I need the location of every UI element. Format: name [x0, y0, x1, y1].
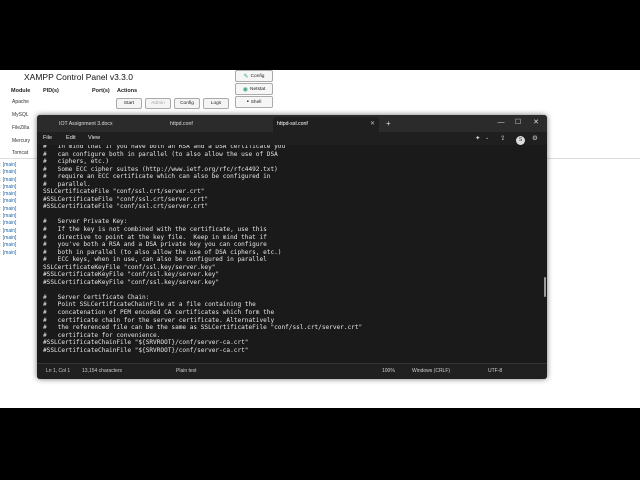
vertical-scrollbar[interactable] [541, 145, 547, 363]
log-line: : [main] [0, 169, 30, 176]
share-icon[interactable]: ⇪ [500, 133, 505, 144]
new-tab-button[interactable]: + [386, 117, 391, 130]
tab-httpd-ssl-conf[interactable]: httpd-ssl.conf ✕ [273, 117, 379, 132]
log-line: : [main] [0, 220, 30, 227]
tab-label: httpd-ssl.conf [277, 121, 308, 127]
log-line: : [main] [0, 177, 30, 184]
log-line: : [main] [0, 198, 30, 205]
log-tag: [main] [1, 227, 17, 234]
header-pids: PID(s) [43, 88, 59, 94]
log-tag: [main] [1, 213, 17, 220]
settings-gear-icon[interactable]: ⚙ [532, 133, 538, 144]
log-line: : [main] [0, 228, 30, 235]
tab-bar: IOT Assignment 3.docx httpd.conf httpd-s… [37, 115, 547, 132]
log-tag: [main] [1, 176, 17, 183]
module-filezilla: FileZilla [12, 125, 30, 131]
menu-bar: File Edit View ✦ ⌄ ⇪ ⚙ [37, 132, 547, 145]
tab-iot-assignment[interactable]: IOT Assignment 3.docx [37, 117, 162, 132]
log-tag: [main] [1, 249, 17, 256]
maximize-icon[interactable]: ☐ [509, 115, 527, 132]
header-ports: Port(s) [92, 88, 110, 94]
editor-content: # in mind that if you have both an RSA a… [43, 145, 363, 354]
encoding[interactable]: UTF-8 [488, 368, 502, 374]
header-module: Module [11, 88, 31, 94]
tab-label: IOT Assignment 3.docx [59, 121, 113, 127]
log-line: : [main] [0, 213, 30, 220]
menu-file[interactable]: File [43, 135, 52, 141]
log-tag: [main] [1, 198, 17, 205]
notepad-window[interactable]: IOT Assignment 3.docx httpd.conf httpd-s… [37, 115, 547, 379]
xampp-title: XAMPP Control Panel v3.3.0 [24, 72, 133, 82]
scrollbar-thumb[interactable] [544, 277, 546, 297]
network-icon: ◉ [242, 86, 249, 93]
module-mysql: MySQL [12, 112, 29, 118]
xampp-log-panel: : [main]: [main]: [main]: [main]: [main]… [0, 162, 30, 257]
apache-logs-button[interactable]: Logs [203, 98, 229, 109]
log-line: : [main] [0, 206, 30, 213]
wrench-icon: ✎ [243, 73, 249, 80]
terminal-icon: ▪ [246, 99, 249, 105]
cursor-position: Ln 1, Col 1 [46, 368, 71, 374]
log-tag: [main] [1, 191, 17, 198]
shell-button[interactable]: ▪ Shell [235, 96, 273, 108]
log-tag: [main] [1, 169, 17, 176]
log-line: : [main] [0, 250, 30, 257]
menu-view[interactable]: View [88, 135, 100, 141]
menu-edit[interactable]: Edit [66, 135, 76, 141]
log-line: : [main] [0, 162, 30, 169]
netstat-button-label: Netstat [250, 86, 266, 92]
line-endings[interactable]: Windows (CRLF) [412, 368, 450, 374]
header-actions: Actions [117, 88, 138, 94]
log-line: : [main] [0, 184, 30, 191]
zoom-level[interactable]: 100% [382, 368, 395, 374]
log-tag: [main] [1, 220, 17, 227]
log-tag: [main] [1, 205, 17, 212]
netstat-button[interactable]: ◉ Netstat [235, 83, 273, 95]
log-tag: [main] [1, 242, 17, 249]
log-tag: [main] [1, 234, 17, 241]
apache-start-button[interactable]: Start [116, 98, 142, 109]
screen-frame: XAMPP Control Panel v3.3.0 Module PID(s)… [0, 70, 640, 408]
log-tag: [main] [1, 183, 17, 190]
apache-admin-button[interactable]: Admin [145, 98, 171, 109]
status-bar: Ln 1, Col 1 13,154 characters Plain text… [37, 363, 547, 379]
log-tag: [main] [1, 162, 17, 168]
log-line: : [main] [0, 235, 30, 242]
module-tomcat: Tomcat [12, 150, 29, 156]
config-button-label: Config [250, 73, 265, 79]
apache-config-button[interactable]: Config [174, 98, 200, 109]
config-button[interactable]: ✎ Config [235, 70, 273, 82]
chevron-down-icon[interactable]: ⌄ [485, 133, 489, 144]
shell-button-label: Shell [250, 99, 262, 105]
module-mercury: Mercury [12, 138, 31, 144]
avatar[interactable]: S [516, 136, 525, 145]
module-apache: Apache [12, 99, 29, 105]
tab-label: httpd.conf [170, 121, 193, 127]
log-line: : [main] [0, 242, 30, 249]
tab-httpd-conf[interactable]: httpd.conf [166, 117, 271, 132]
close-tab-icon[interactable]: ✕ [370, 117, 375, 132]
minimize-icon[interactable]: — [492, 115, 510, 132]
file-format: Plain text [176, 368, 197, 374]
log-line: : [main] [0, 191, 30, 198]
copilot-icon[interactable]: ✦ [475, 133, 480, 144]
text-editor[interactable]: # in mind that if you have both an RSA a… [37, 145, 547, 363]
character-count: 13,154 characters [82, 368, 123, 374]
close-window-icon[interactable]: ✕ [527, 115, 545, 132]
